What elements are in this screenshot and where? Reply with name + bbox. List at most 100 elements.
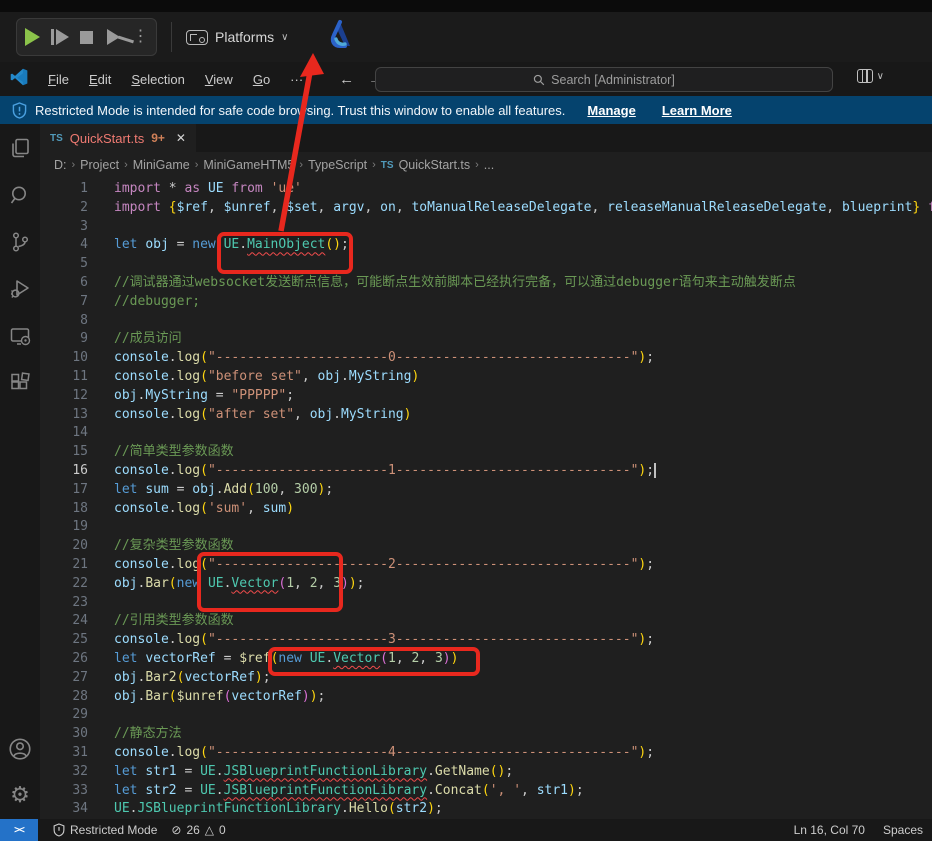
line-number[interactable]: 32 <box>40 763 114 782</box>
run-and-debug-icon[interactable] <box>0 265 40 312</box>
code-text[interactable]: import * as UE from 'ue' <box>114 180 302 199</box>
line-number[interactable]: 1 <box>40 180 114 199</box>
code-text[interactable]: console.log("----------------------3----… <box>114 631 654 650</box>
back-icon[interactable]: ← <box>339 71 354 88</box>
line-number[interactable]: 5 <box>40 255 114 274</box>
command-center-search[interactable]: Search [Administrator] <box>375 67 833 92</box>
code-text[interactable]: obj.Bar(new UE.Vector(1, 2, 3)); <box>114 575 365 594</box>
indentation-status[interactable]: Spaces <box>874 819 932 841</box>
line-number[interactable]: 29 <box>40 706 114 725</box>
code-text[interactable]: obj.MyString = "PPPPP"; <box>114 387 294 406</box>
code-text[interactable]: console.log("----------------------0----… <box>114 349 654 368</box>
code-text[interactable]: console.log('sum', sum) <box>114 500 294 519</box>
more-play-options-button[interactable]: ⋮ <box>127 21 154 53</box>
breadcrumb-symbol[interactable]: ... <box>484 158 494 172</box>
platforms-dropdown[interactable]: Platforms ∨ <box>186 29 288 45</box>
menu-go[interactable]: Go <box>245 69 278 90</box>
line-number[interactable]: 31 <box>40 744 114 763</box>
remote-explorer-icon[interactable] <box>0 312 40 359</box>
breadcrumb-typescript[interactable]: TypeScript <box>308 158 367 172</box>
code-text[interactable]: //debugger; <box>114 293 200 312</box>
layout-controls[interactable]: ∨ <box>857 69 884 83</box>
line-number[interactable]: 10 <box>40 349 114 368</box>
learn-more-link[interactable]: Learn More <box>662 103 732 118</box>
manage-link[interactable]: Manage <box>587 103 635 118</box>
source-control-icon[interactable] <box>0 218 40 265</box>
breadcrumb-drive[interactable]: D: <box>54 158 67 172</box>
line-number[interactable]: 21 <box>40 556 114 575</box>
line-number[interactable]: 30 <box>40 725 114 744</box>
code-text[interactable]: //简单类型参数函数 <box>114 443 234 462</box>
line-number[interactable]: 19 <box>40 518 114 537</box>
code-text[interactable]: console.log("----------------------4----… <box>114 744 654 763</box>
breadcrumb-project[interactable]: Project <box>80 158 119 172</box>
breadcrumb-file[interactable]: QuickStart.ts <box>399 158 471 172</box>
line-number[interactable]: 34 <box>40 800 114 819</box>
code-text[interactable]: //成员访问 <box>114 330 182 349</box>
code-text[interactable]: console.log("----------------------1----… <box>114 462 656 481</box>
code-text[interactable]: obj.Bar($unref(vectorRef)); <box>114 688 325 707</box>
code-text[interactable]: //调试器通过websocket发送断点信息，可能断点生效前脚本已经执行完备，可… <box>114 274 796 293</box>
line-number[interactable]: 17 <box>40 481 114 500</box>
code-text[interactable]: import {$ref, $unref, $set, argv, on, to… <box>114 199 932 218</box>
code-text[interactable]: //引用类型参数函数 <box>114 612 234 631</box>
menu-edit[interactable]: Edit <box>81 69 119 90</box>
line-number[interactable]: 16 <box>40 462 114 481</box>
menu-view[interactable]: View <box>197 69 241 90</box>
search-icon[interactable] <box>0 171 40 218</box>
code-text[interactable]: console.log("before set", obj.MyString) <box>114 368 419 387</box>
accounts-icon[interactable] <box>0 725 40 772</box>
code-text[interactable]: let str2 = UE.JSBlueprintFunctionLibrary… <box>114 782 584 801</box>
line-number[interactable]: 9 <box>40 330 114 349</box>
menu-file[interactable]: File <box>40 69 77 90</box>
cursor-position-status[interactable]: Ln 16, Col 70 <box>785 819 874 841</box>
line-number[interactable]: 33 <box>40 782 114 801</box>
code-text[interactable]: //静态方法 <box>114 725 182 744</box>
line-number[interactable]: 3 <box>40 218 114 237</box>
line-number[interactable]: 26 <box>40 650 114 669</box>
remote-indicator[interactable]: >< <box>0 819 38 841</box>
tab-quickstart[interactable]: TS QuickStart.ts 9+ ✕ <box>40 124 196 152</box>
line-number[interactable]: 27 <box>40 669 114 688</box>
play-button[interactable] <box>19 21 46 53</box>
stop-button[interactable] <box>73 21 100 53</box>
breadcrumb-minigame[interactable]: MiniGame <box>133 158 190 172</box>
line-number[interactable]: 6 <box>40 274 114 293</box>
extensions-icon[interactable] <box>0 359 40 406</box>
line-number[interactable]: 14 <box>40 424 114 443</box>
explorer-icon[interactable] <box>0 124 40 171</box>
play-from-here-button[interactable] <box>100 21 127 53</box>
menu-selection[interactable]: Selection <box>123 69 192 90</box>
line-number[interactable]: 24 <box>40 612 114 631</box>
code-text[interactable]: //复杂类型参数函数 <box>114 537 234 556</box>
code-text[interactable]: console.log("----------------------2----… <box>114 556 654 575</box>
line-number[interactable]: 20 <box>40 537 114 556</box>
line-number[interactable]: 15 <box>40 443 114 462</box>
code-editor[interactable]: 1import * as UE from 'ue'2import {$ref, … <box>40 178 932 819</box>
line-number[interactable]: 18 <box>40 500 114 519</box>
menu-more[interactable]: ··· <box>282 69 311 90</box>
line-number[interactable]: 4 <box>40 236 114 255</box>
code-text[interactable]: let sum = obj.Add(100, 300); <box>114 481 333 500</box>
code-text[interactable]: UE.JSBlueprintFunctionLibrary.Hello(str2… <box>114 800 443 819</box>
settings-gear-icon[interactable]: ⚙ <box>0 772 40 819</box>
restricted-mode-status[interactable]: Restricted Mode <box>46 819 164 841</box>
line-number[interactable]: 28 <box>40 688 114 707</box>
code-text[interactable]: let obj = new UE.MainObject(); <box>114 236 349 255</box>
line-number[interactable]: 25 <box>40 631 114 650</box>
code-text[interactable]: obj.Bar2(vectorRef); <box>114 669 271 688</box>
line-number[interactable]: 7 <box>40 293 114 312</box>
line-number[interactable]: 11 <box>40 368 114 387</box>
step-button[interactable] <box>46 21 73 53</box>
code-text[interactable]: let vectorRef = $ref(new UE.Vector(1, 2,… <box>114 650 458 669</box>
line-number[interactable]: 22 <box>40 575 114 594</box>
code-text[interactable]: let str1 = UE.JSBlueprintFunctionLibrary… <box>114 763 513 782</box>
line-number[interactable]: 8 <box>40 312 114 331</box>
close-icon[interactable]: ✕ <box>176 131 186 145</box>
app-logo-icon[interactable] <box>326 19 354 56</box>
line-number[interactable]: 12 <box>40 387 114 406</box>
line-number[interactable]: 23 <box>40 594 114 613</box>
line-number[interactable]: 13 <box>40 406 114 425</box>
line-number[interactable]: 2 <box>40 199 114 218</box>
code-text[interactable]: console.log("after set", obj.MyString) <box>114 406 411 425</box>
